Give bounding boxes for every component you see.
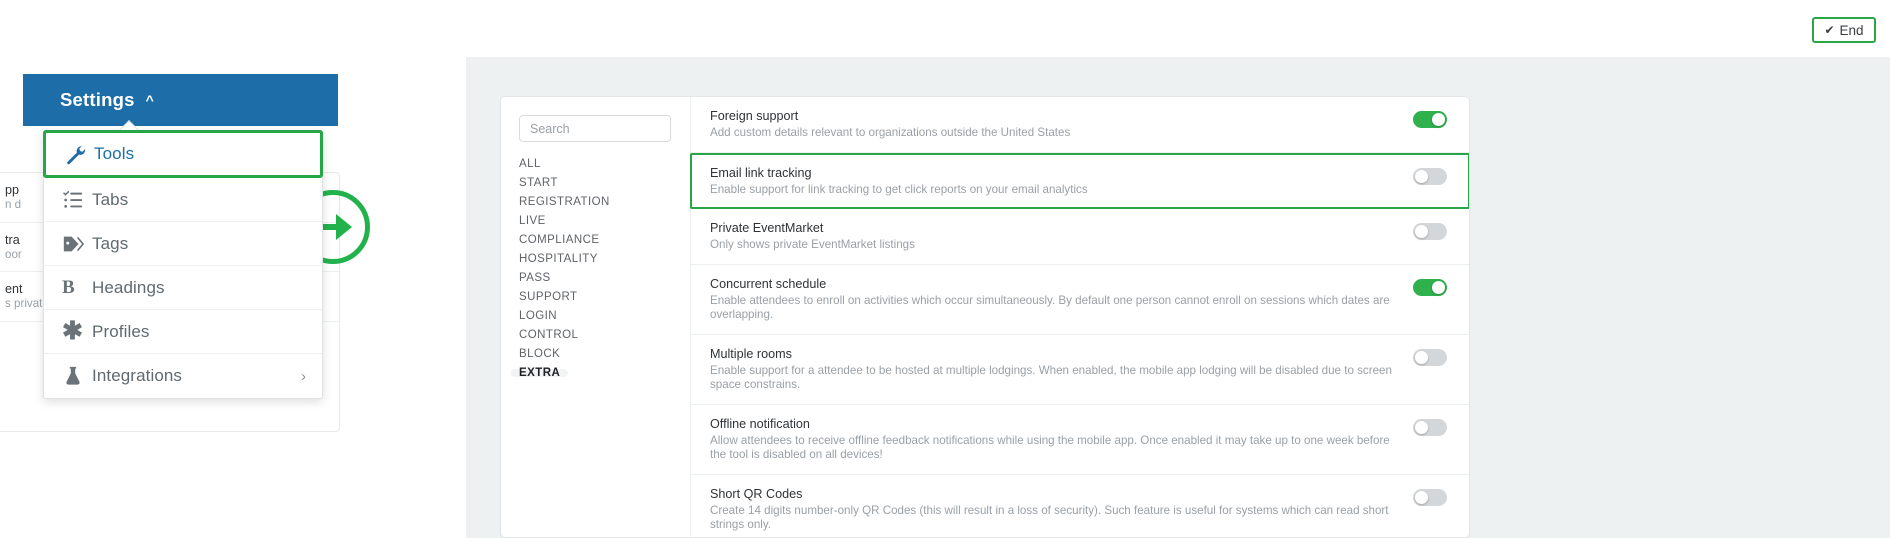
toggle-knob: [1432, 113, 1445, 126]
category-hospitality[interactable]: HOSPITALITY: [511, 253, 606, 265]
category-extra[interactable]: EXTRA: [511, 367, 569, 379]
menu-item-profiles[interactable]: ✱ Profiles: [44, 310, 322, 354]
setting-title: Private EventMarket: [710, 221, 824, 235]
check-icon: ✔: [1824, 23, 1835, 37]
category-pass[interactable]: PASS: [511, 272, 559, 284]
setting-text: Concurrent schedule Enable attendees to …: [710, 276, 1413, 323]
menu-item-headings[interactable]: B Headings: [44, 266, 322, 310]
setting-row-short-qr-codes[interactable]: Short QR Codes Create 14 digits number-o…: [691, 475, 1469, 538]
category-compliance[interactable]: COMPLIANCE: [511, 234, 608, 246]
setting-title: Multiple rooms: [710, 346, 792, 361]
setting-row-foreign-support[interactable]: Foreign support Add custom details relev…: [691, 97, 1469, 153]
setting-row-private-eventmarket[interactable]: Private EventMarket Only shows private E…: [691, 209, 1469, 265]
setting-title: Foreign support: [710, 109, 799, 123]
settings-sidebar: ALL START REGISTRATION LIVE COMPLIANCE H…: [501, 97, 691, 537]
menu-item-label: Tools: [94, 144, 135, 163]
setting-text: Short QR Codes Create 14 digits number-o…: [710, 486, 1413, 533]
category-start[interactable]: START: [511, 177, 566, 189]
toggle-concurrent-schedule[interactable]: [1413, 278, 1447, 296]
setting-text: Foreign support Add custom details relev…: [710, 108, 1413, 141]
setting-title: Offline notification: [710, 416, 810, 431]
menu-item-tabs[interactable]: Tabs: [44, 178, 322, 222]
toggle-knob: [1415, 420, 1428, 434]
setting-text: Offline notification Allow attendees to …: [710, 416, 1413, 463]
menu-item-label: Tags: [92, 233, 129, 253]
search-wrapper: [501, 115, 690, 142]
setting-row-concurrent-schedule[interactable]: Concurrent schedule Enable attendees to …: [691, 265, 1469, 335]
flask-icon: [62, 365, 92, 387]
chevron-right-icon: ›: [301, 367, 306, 385]
menu-item-label: Profiles: [92, 321, 150, 341]
toggle-offline-notification[interactable]: [1413, 418, 1447, 436]
setting-row-multiple-rooms[interactable]: Multiple rooms Enable support for a atte…: [691, 335, 1469, 405]
setting-text: Email link tracking Enable support for l…: [710, 165, 1413, 198]
toggle-knob: [1415, 350, 1428, 364]
settings-dropdown-menu: Tools Tabs Tags B Headings ✱ Profiles In…: [43, 120, 323, 399]
category-live[interactable]: LIVE: [511, 215, 554, 227]
setting-title: Email link tracking: [710, 165, 812, 180]
wrench-icon: [64, 143, 94, 165]
end-button-label: End: [1839, 22, 1864, 38]
toggle-foreign-support[interactable]: [1413, 111, 1447, 128]
menu-item-label: Integrations: [92, 366, 183, 385]
category-login[interactable]: LOGIN: [511, 310, 565, 322]
end-button[interactable]: ✔ End: [1812, 17, 1876, 43]
setting-description: Create 14 digits number-only QR Codes (t…: [710, 503, 1389, 532]
toggle-knob: [1432, 280, 1445, 294]
category-block[interactable]: BLOCK: [511, 348, 568, 360]
screen: ✔ End ALL START REGISTRATION LIVE COMPLI…: [0, 0, 1890, 538]
toggle-email-link-tracking[interactable]: [1413, 167, 1447, 185]
setting-title: Short QR Codes: [710, 486, 803, 501]
setting-description: Enable support for link tracking to get …: [710, 182, 1088, 196]
setting-text: Private EventMarket Only shows private E…: [710, 220, 1413, 253]
settings-row-list: Foreign support Add custom details relev…: [690, 97, 1469, 538]
toggle-knob: [1415, 225, 1428, 238]
setting-row-offline-notification[interactable]: Offline notification Allow attendees to …: [691, 405, 1469, 475]
bold-b-icon: B: [62, 277, 75, 298]
category-all[interactable]: ALL: [511, 158, 549, 170]
category-control[interactable]: CONTROL: [511, 329, 586, 341]
category-registration[interactable]: REGISTRATION: [511, 196, 618, 208]
category-list: ALL START REGISTRATION LIVE COMPLIANCE H…: [501, 158, 690, 388]
menu-item-integrations[interactable]: Integrations ›: [44, 354, 322, 398]
settings-card: ALL START REGISTRATION LIVE COMPLIANCE H…: [500, 96, 1470, 538]
tag-icon: [62, 233, 92, 255]
setting-description: Enable support for a attendee to be host…: [710, 363, 1392, 392]
setting-description: Add custom details relevant to organizat…: [710, 126, 1071, 139]
toggle-short-qr-codes[interactable]: [1413, 488, 1447, 506]
setting-description: Enable attendees to enroll on activities…: [710, 293, 1390, 322]
search-input[interactable]: [519, 115, 671, 142]
setting-row-email-link-tracking[interactable]: Email link tracking Enable support for l…: [690, 152, 1469, 209]
setting-description: Allow attendees to receive offline feedb…: [710, 433, 1390, 462]
settings-nav-label: Settings: [60, 89, 135, 110]
toggle-multiple-rooms[interactable]: [1413, 348, 1447, 366]
menu-item-label: Headings: [92, 277, 165, 297]
settings-nav-header[interactable]: Settings ^: [23, 74, 338, 126]
app-topbar: [466, 0, 1890, 57]
chevron-up-icon: ^: [145, 92, 154, 108]
toggle-knob: [1415, 490, 1428, 504]
toggle-knob: [1415, 169, 1428, 183]
menu-item-tags[interactable]: Tags: [44, 222, 322, 266]
list-icon: [62, 189, 92, 211]
asterisk-icon: ✱: [62, 317, 83, 346]
menu-item-label: Tabs: [92, 189, 129, 209]
setting-text: Multiple rooms Enable support for a atte…: [710, 346, 1413, 393]
setting-title: Concurrent schedule: [710, 276, 827, 291]
menu-item-tools[interactable]: Tools: [43, 130, 323, 178]
setting-description: Only shows private EventMarket listings: [710, 238, 915, 251]
toggle-private-eventmarket[interactable]: [1413, 223, 1447, 240]
category-support[interactable]: SUPPORT: [511, 291, 586, 303]
